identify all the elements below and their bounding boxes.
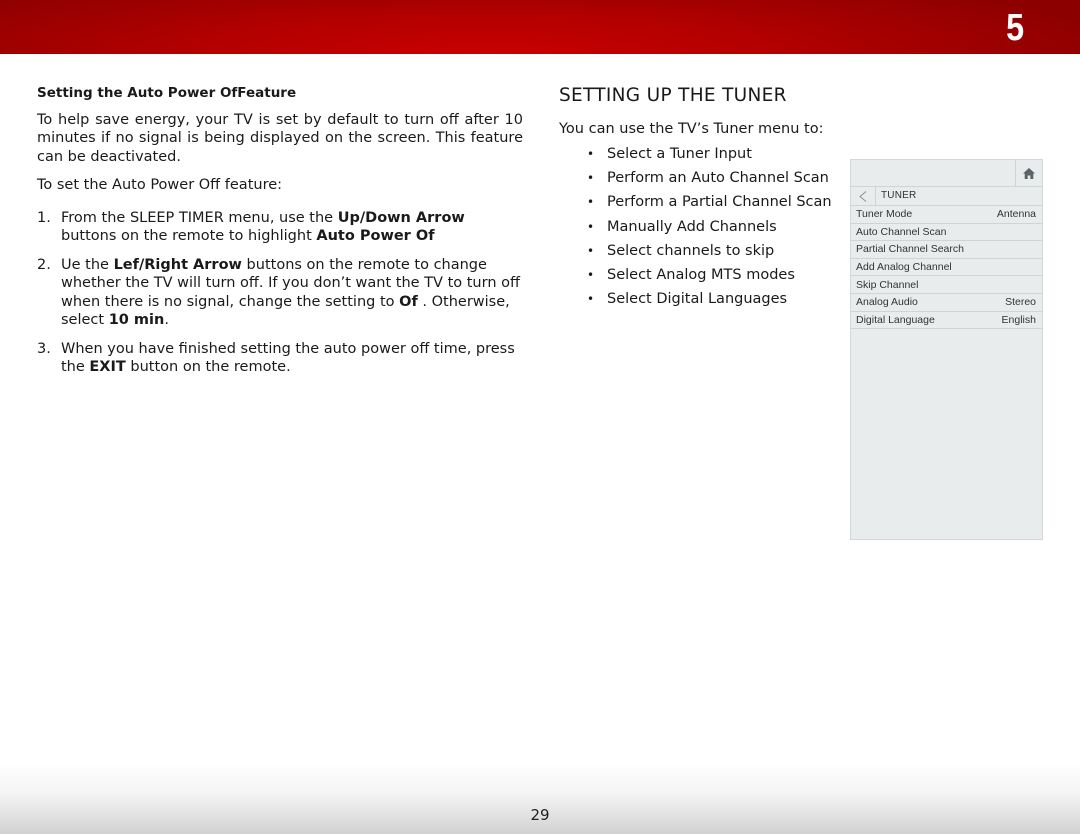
chapter-number: 5 (1006, 7, 1024, 49)
list-item: • Manually Add Channels (559, 215, 839, 239)
list-item: • Select Digital Languages (559, 287, 839, 311)
list-item: • Select a Tuner Input (559, 142, 839, 166)
menu-row-label: Analog Audio (856, 296, 918, 309)
bullet-icon: • (587, 243, 595, 258)
menu-title: TUNER (881, 190, 917, 201)
menu-row-value: Antenna (996, 208, 1036, 221)
menu-topbar (851, 160, 1042, 187)
menu-row-digital-language[interactable]: Digital Language English (851, 312, 1042, 330)
menu-row-value: Stereo (1005, 296, 1036, 309)
step-text: . (164, 312, 169, 328)
menu-row-label: Skip Channel (856, 278, 919, 291)
bullet-icon: • (587, 292, 595, 307)
step-bold: Of (399, 293, 418, 310)
section-title: SETTING UP THE TUNER (559, 85, 787, 106)
step-item: 1. From the SLEEP TIMER menu, use the Up… (37, 209, 523, 246)
tuner-feature-list: • Select a Tuner Input • Perform an Auto C… (559, 142, 839, 311)
step-item: 3. When you have finished setting the au… (37, 340, 523, 377)
chapter-header-band: 5 (0, 0, 1080, 54)
home-icon (1023, 167, 1035, 179)
step-bold: Auto Power Of (316, 228, 435, 244)
step-text: From the SLEEP TIMER menu, use the (61, 209, 338, 226)
menu-row-tuner-mode[interactable]: Tuner Mode Antenna (851, 206, 1042, 224)
bullet-icon: • (587, 147, 595, 161)
step-bold: Lef/Right Arrow (113, 256, 242, 273)
list-item-text: Manually Add Channels (607, 218, 777, 235)
menu-row-label: Auto Channel Scan (856, 225, 947, 238)
step-bold: 10 min (108, 312, 165, 328)
steps-list: 1. From the SLEEP TIMER menu, use the Up… (37, 209, 523, 377)
step-text: buttons on the remote to highlight (61, 228, 317, 244)
bullet-icon: • (587, 219, 595, 234)
step-number: 2. (37, 256, 51, 273)
list-item: • Perform a Partial Channel Scan (559, 190, 839, 214)
list-item-text: Perform a Partial Channel Scan (607, 194, 832, 211)
bullet-icon: • (587, 171, 595, 186)
back-triangle-icon (859, 190, 867, 202)
list-item: • Select channels to skip (559, 239, 839, 263)
tuner-section: SETTING UP THE TUNER You can use the TV’… (559, 84, 839, 311)
lead-paragraph: To set the Auto Power Off feature: (37, 177, 283, 193)
menu-row-label: Partial Channel Search (856, 243, 964, 256)
menu-row-value: English (1001, 313, 1036, 326)
list-item: • Perform an Auto Channel Scan (559, 166, 839, 190)
bullet-icon: • (587, 268, 595, 283)
menu-row-label: Digital Language (856, 313, 935, 326)
intro-paragraph: To help save energy, your TV is set by d… (37, 111, 523, 165)
section-subtitle: Setting the Auto Power OfFeature (37, 85, 297, 101)
page-number: 29 (530, 806, 550, 824)
step-text: Ue the (61, 256, 114, 273)
list-item-text: Select Analog MTS modes (607, 267, 795, 284)
step-number: 1. (37, 209, 51, 226)
auto-power-off-section: Setting the Auto Power OfFeature To help… (37, 84, 523, 387)
menu-row-partial-channel-search[interactable]: Partial Channel Search (851, 241, 1042, 259)
list-item: • Select Analog MTS modes (559, 263, 839, 287)
step-item: 2. Ue the Lef/Right Arrow buttons on the… (37, 256, 523, 330)
step-number: 3. (37, 340, 51, 357)
step-text: button on the remote. (125, 359, 291, 375)
bullet-icon: • (587, 195, 595, 210)
home-button[interactable] (1015, 160, 1042, 186)
step-bold: Up/Down Arrow (337, 209, 465, 226)
menu-row-analog-audio[interactable]: Analog Audio Stereo (851, 294, 1042, 312)
menu-row-skip-channel[interactable]: Skip Channel (851, 276, 1042, 294)
tv-tuner-menu: TUNER Tuner Mode Antenna Auto Channel Sca… (850, 159, 1043, 540)
menu-row-label: Add Analog Channel (856, 261, 952, 274)
list-item-text: Select a Tuner Input (607, 146, 752, 162)
list-item-text: Perform an Auto Channel Scan (607, 170, 829, 187)
list-item-text: Select channels to skip (607, 242, 775, 259)
step-bold: EXIT (89, 359, 126, 375)
menu-row-add-analog-channel[interactable]: Add Analog Channel (851, 259, 1042, 277)
list-item-text: Select Digital Languages (607, 291, 788, 308)
menu-row-auto-channel-scan[interactable]: Auto Channel Scan (851, 224, 1042, 242)
menu-row-label: Tuner Mode (856, 208, 913, 221)
back-button[interactable] (851, 187, 876, 205)
tuner-intro: You can use the TV’s Tuner menu to: (559, 121, 824, 137)
menu-titlebar: TUNER (851, 187, 1042, 206)
